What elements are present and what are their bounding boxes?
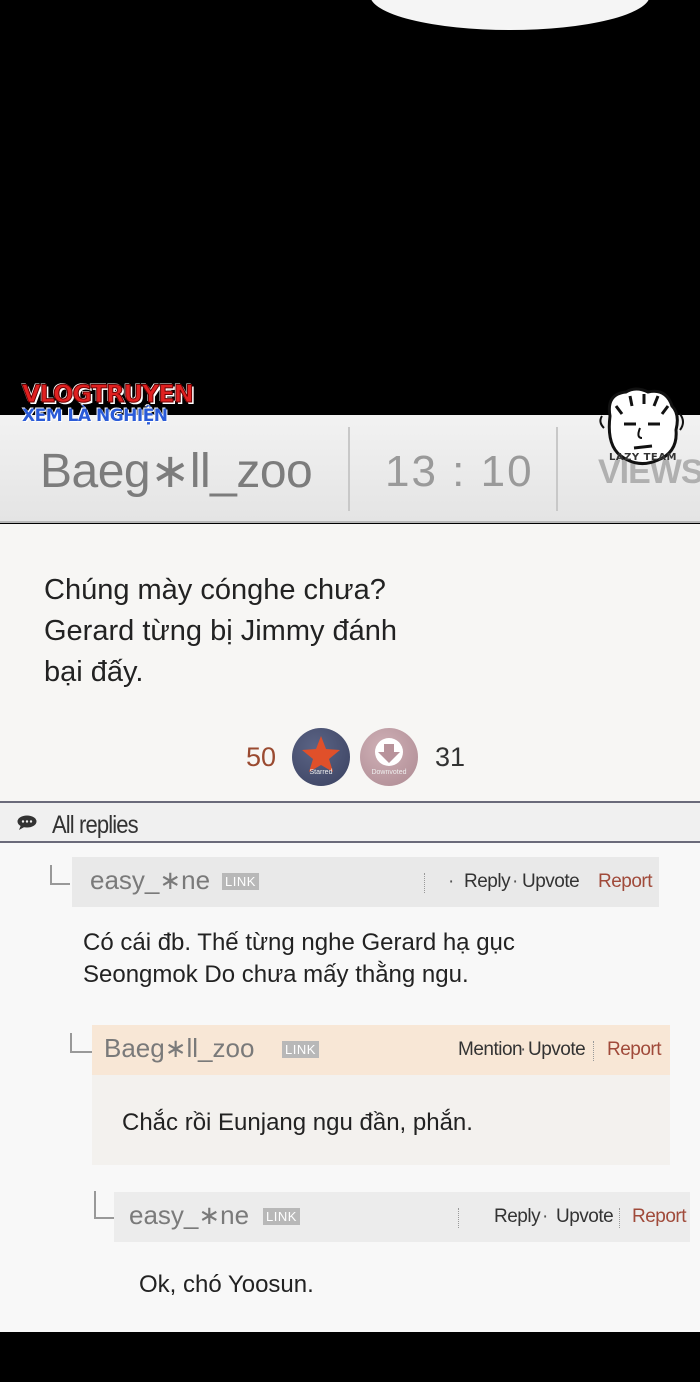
reply-line: Seongmok Do chưa mấy thằng ngu.	[83, 961, 469, 988]
reply-content: Ok, chó Yoosun.	[139, 1269, 314, 1301]
watermark-subtitle: XEM LÀ NGHIỆN	[22, 406, 168, 426]
post-author[interactable]: Baeg∗ll_zoo	[40, 443, 313, 499]
header-divider	[348, 427, 350, 511]
watermark-title: VLOGTRUYEN	[22, 380, 195, 408]
post-line: Chúng mày cónghe chưa?	[44, 574, 386, 606]
reply-indent-marker	[70, 1033, 92, 1053]
speech-bubble	[370, 0, 650, 30]
separator	[458, 1208, 459, 1228]
post-line: bại đấy.	[44, 656, 144, 688]
post-body: Chúng mày cónghe chưa? Gerard từng bị Ji…	[0, 524, 700, 802]
panel-background-bottom	[0, 1332, 700, 1382]
separator-dot: ·	[542, 1206, 549, 1227]
star-button-label: Starred	[309, 769, 333, 776]
upvote-button[interactable]: Upvote	[528, 1039, 586, 1061]
separator-dot: ·	[448, 871, 455, 892]
report-button[interactable]: Report	[598, 871, 653, 893]
star-icon	[302, 736, 340, 772]
reply-header: Baeg∗ll_zoo LINK Mention · Upvote Report	[92, 1025, 670, 1075]
upvote-count: 50	[246, 742, 277, 772]
mention-button[interactable]: Mention	[458, 1039, 523, 1061]
reply-line: Ok, chó Yoosun.	[139, 1271, 314, 1298]
vlogtruyen-watermark: VLOGTRUYEN XEM LÀ NGHIỆN	[22, 380, 195, 426]
post-time: 13 : 10	[385, 447, 534, 496]
reply-content: Chắc rồi Eunjang ngu đần, phắn.	[122, 1107, 473, 1139]
upvote-button[interactable]: Upvote	[556, 1206, 614, 1228]
reply-header: easy_∗ne LINK · Reply · Upvote Report	[72, 857, 659, 907]
report-button[interactable]: Report	[632, 1206, 687, 1228]
lazy-team-logo: LAZY TEAM	[609, 452, 677, 463]
separator	[424, 873, 425, 893]
link-badge[interactable]: LINK	[222, 873, 259, 890]
reply-author[interactable]: Baeg∗ll_zoo	[104, 1033, 254, 1064]
post-header: Baeg∗ll_zoo 13 : 10 VIEWS	[0, 415, 700, 523]
downvote-button-label: Downvoted	[371, 769, 407, 776]
all-replies-title: All replies	[52, 811, 139, 839]
post-content: Chúng mày cónghe chưa? Gerard từng bị Ji…	[44, 570, 464, 693]
panel-background-top	[0, 0, 700, 415]
reply-button[interactable]: Reply	[494, 1206, 541, 1228]
downvote-button[interactable]: Downvoted	[360, 728, 418, 786]
star-button[interactable]: Starred	[292, 728, 350, 786]
reply-header: easy_∗ne LINK Reply · Upvote Report	[114, 1192, 690, 1242]
post-line: Gerard từng bị Jimmy đánh	[44, 615, 398, 647]
reply-button[interactable]: Reply	[464, 871, 511, 893]
reply-line: Có cái đb. Thế từng nghe Gerard hạ gục	[83, 929, 515, 956]
reply-indent-marker	[50, 865, 70, 885]
separator	[593, 1041, 594, 1061]
link-badge[interactable]: LINK	[282, 1041, 319, 1058]
reply-indent-marker	[94, 1191, 114, 1219]
separator-dot: ·	[520, 1039, 527, 1060]
separator	[619, 1208, 620, 1228]
report-button[interactable]: Report	[607, 1039, 662, 1061]
reply-line: Chắc rồi Eunjang ngu đần, phắn.	[122, 1109, 473, 1136]
chat-bubble-icon	[17, 815, 37, 830]
downvote-count: 31	[435, 742, 466, 772]
reply-author[interactable]: easy_∗ne	[90, 865, 210, 896]
arrow-down-icon	[375, 738, 403, 766]
reply-thread: easy_∗ne LINK · Reply · Upvote Report Có…	[0, 843, 700, 1332]
separator-dot: ·	[512, 871, 519, 892]
reply-content: Có cái đb. Thế từng nghe Gerard hạ gục S…	[83, 927, 515, 991]
all-replies-bar: All replies	[0, 801, 700, 843]
reply-author[interactable]: easy_∗ne	[129, 1200, 249, 1231]
upvote-button[interactable]: Upvote	[522, 871, 580, 893]
header-divider	[556, 427, 558, 511]
link-badge[interactable]: LINK	[263, 1208, 300, 1225]
